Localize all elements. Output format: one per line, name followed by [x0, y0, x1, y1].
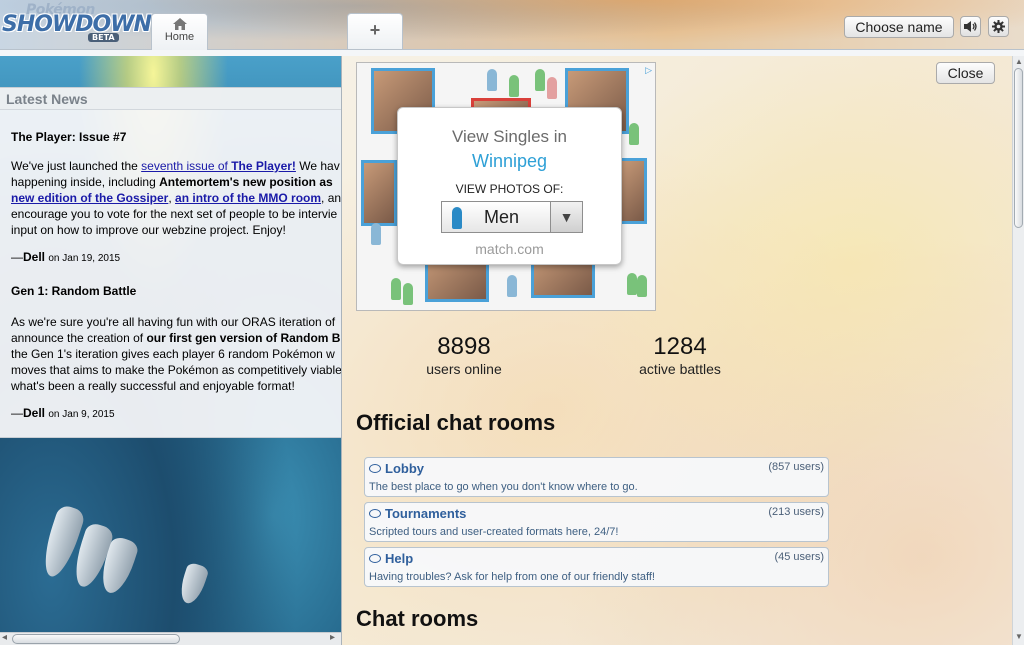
- room-lobby[interactable]: Lobby (857 users) The best place to go w…: [364, 457, 829, 497]
- news-link-seventh-issue[interactable]: seventh issue of The Player!: [141, 159, 296, 173]
- chat-bubble-icon: [369, 464, 381, 473]
- users-online-stat: 8898 users online: [394, 333, 534, 377]
- settings-button[interactable]: [988, 16, 1009, 37]
- home-icon: [172, 18, 187, 30]
- person-icon: [452, 207, 462, 229]
- news-item-body: We've just launched the seventh issue of…: [11, 159, 341, 237]
- news-panel: Latest News The Player: Issue #7 We've j…: [0, 87, 341, 438]
- ad-headline: View Singles in: [452, 127, 567, 146]
- dropdown-arrow-icon[interactable]: ▼: [550, 202, 582, 232]
- news-item-body: As we're sure you're all having fun with…: [11, 315, 341, 393]
- room-tournaments[interactable]: Tournaments (213 users) Scripted tours a…: [364, 502, 829, 542]
- news-link-mmo-room[interactable]: an intro of the MMO room: [175, 191, 321, 205]
- horizontal-scrollbar[interactable]: ◂ ▸: [0, 632, 341, 645]
- scrollbar-thumb[interactable]: [1014, 68, 1023, 228]
- room-user-count: (45 users): [774, 551, 824, 563]
- news-item-title: The Player: Issue #7: [11, 130, 127, 144]
- active-battles-count: 1284: [653, 333, 707, 360]
- news-link-gossiper[interactable]: new edition of the Gossiper: [11, 191, 168, 205]
- scroll-left-icon[interactable]: ◂: [2, 632, 7, 643]
- scroll-down-icon[interactable]: ▼: [1015, 632, 1023, 641]
- tab-home-label: Home: [164, 31, 195, 43]
- room-help[interactable]: Help (45 users) Having troubles? Ask for…: [364, 547, 829, 587]
- tab-new[interactable]: +: [347, 13, 403, 49]
- room-description: The best place to go when you don't know…: [369, 481, 638, 493]
- vertical-scrollbar[interactable]: ▲ ▼: [1012, 56, 1024, 645]
- speaker-icon: [964, 21, 977, 32]
- news-heading: Latest News: [0, 88, 341, 110]
- room-description: Scripted tours and user-created formats …: [369, 526, 619, 538]
- room-description: Having troubles? Ask for help from one o…: [369, 571, 655, 583]
- ad-photo: [361, 160, 397, 226]
- room-user-count: (857 users): [768, 461, 824, 473]
- plus-icon: +: [369, 20, 381, 40]
- chat-rooms-heading: Chat rooms: [356, 606, 479, 631]
- tab-bar-divider: [0, 49, 1024, 56]
- scroll-up-icon[interactable]: ▲: [1015, 57, 1023, 66]
- tab-home[interactable]: Home: [151, 13, 208, 50]
- news-signature: —Dell on Jan 19, 2015: [11, 250, 121, 264]
- sound-button[interactable]: [960, 16, 981, 37]
- official-chat-rooms-heading: Official chat rooms: [356, 410, 556, 435]
- advertisement[interactable]: ▷ View Singles in Winnipeg VIEW PHOTOS O…: [356, 62, 656, 311]
- chat-bubble-icon: [369, 509, 381, 518]
- news-signature: —Dell on Jan 9, 2015: [11, 406, 115, 420]
- room-user-count: (213 users): [768, 506, 824, 518]
- choose-name-button[interactable]: Choose name: [844, 16, 954, 38]
- scrollbar-thumb[interactable]: [12, 634, 180, 644]
- logo[interactable]: Pokémon SHOWDOWN BETA: [2, 2, 152, 46]
- ad-gender-select[interactable]: Men ▼: [441, 201, 583, 233]
- scroll-right-icon[interactable]: ▸: [330, 632, 335, 643]
- ad-card[interactable]: View Singles in Winnipeg VIEW PHOTOS OF:…: [397, 107, 622, 265]
- news-item-title: Gen 1: Random Battle: [11, 284, 137, 298]
- adchoices-icon[interactable]: ▷: [645, 65, 652, 76]
- ad-prompt: VIEW PHOTOS OF:: [455, 182, 564, 196]
- users-online-count: 8898: [437, 333, 491, 360]
- active-battles-label: active battles: [639, 361, 721, 377]
- chat-bubble-icon: [369, 554, 381, 563]
- close-button[interactable]: Close: [936, 62, 995, 84]
- ad-city: Winnipeg: [471, 151, 548, 171]
- ad-brand: match.com: [475, 241, 544, 257]
- gear-icon: [992, 20, 1005, 33]
- active-battles-stat[interactable]: 1284 active battles: [610, 333, 750, 377]
- users-online-label: users online: [426, 361, 502, 377]
